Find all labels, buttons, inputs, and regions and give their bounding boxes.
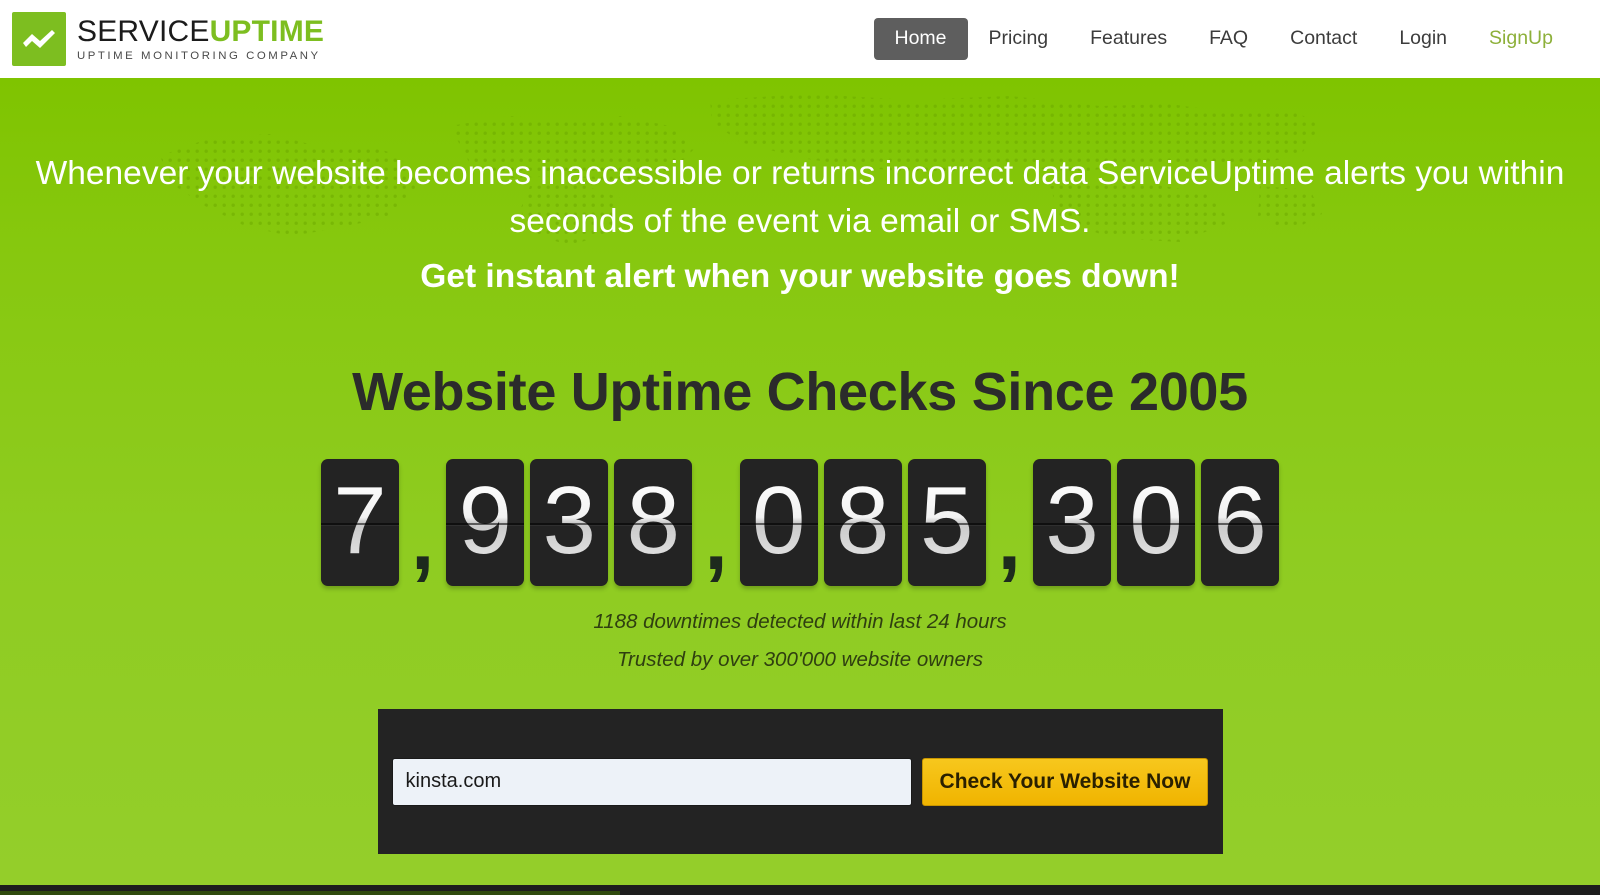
counter-digit: 3 xyxy=(530,459,609,587)
downtimes-note: 1188 downtimes detected within last 24 h… xyxy=(593,610,1007,634)
counter-separator: , xyxy=(410,493,435,588)
hero-section: Whenever your website becomes inaccessib… xyxy=(0,78,1600,895)
counter-digit: 6 xyxy=(1201,459,1280,587)
trusted-note: Trusted by over 300'000 website owners xyxy=(617,648,983,672)
counter-digit: 8 xyxy=(823,459,902,587)
page-title: Website Uptime Checks Since 2005 xyxy=(352,362,1248,423)
logo-word-uptime: UPTIME xyxy=(209,14,325,48)
logo-tagline: UPTIME MONITORING COMPANY xyxy=(77,50,321,63)
main-navigation: Home Pricing Features FAQ Contact Login … xyxy=(873,18,1575,60)
check-website-button[interactable]: Check Your Website Now xyxy=(921,757,1209,806)
website-check-form: Check Your Website Now xyxy=(377,709,1223,855)
footer-strip-accent xyxy=(0,891,620,895)
nav-item-signup[interactable]: SignUp xyxy=(1468,18,1574,60)
logo-word-service: SERVICE xyxy=(77,14,210,48)
hero-tagline-bold: Get instant alert when your website goes… xyxy=(420,258,1180,296)
website-url-input[interactable] xyxy=(391,757,912,806)
counter-digit: 3 xyxy=(1033,459,1112,587)
nav-item-faq[interactable]: FAQ xyxy=(1188,18,1269,60)
counter-digit: 7 xyxy=(320,459,399,587)
counter-digit: 0 xyxy=(739,459,818,587)
hero-tagline: Whenever your website becomes inaccessib… xyxy=(0,150,1600,246)
counter-digit: 5 xyxy=(907,459,986,587)
counter-digit: 0 xyxy=(1117,459,1196,587)
counter-digit: 9 xyxy=(446,459,525,587)
nav-item-pricing[interactable]: Pricing xyxy=(968,18,1070,60)
counter-separator: , xyxy=(704,493,728,588)
hero-tagline-line1: Whenever your website becomes inaccessib… xyxy=(35,155,1470,192)
counter-digit: 8 xyxy=(614,459,693,587)
logo-wordmark: SERVICEUPTIME xyxy=(77,16,324,48)
uptime-checks-counter: 7 , 9 3 8 , 0 8 5 , 3 0 6 xyxy=(0,459,1600,588)
chart-zigzag-icon xyxy=(12,12,66,66)
nav-item-home[interactable]: Home xyxy=(873,18,968,60)
nav-item-login[interactable]: Login xyxy=(1378,18,1468,60)
nav-item-features[interactable]: Features xyxy=(1069,18,1188,60)
site-header: SERVICEUPTIME UPTIME MONITORING COMPANY … xyxy=(0,0,1600,78)
counter-separator: , xyxy=(997,493,1022,588)
nav-item-contact[interactable]: Contact xyxy=(1269,18,1378,60)
logo[interactable]: SERVICEUPTIME UPTIME MONITORING COMPANY xyxy=(12,12,324,66)
